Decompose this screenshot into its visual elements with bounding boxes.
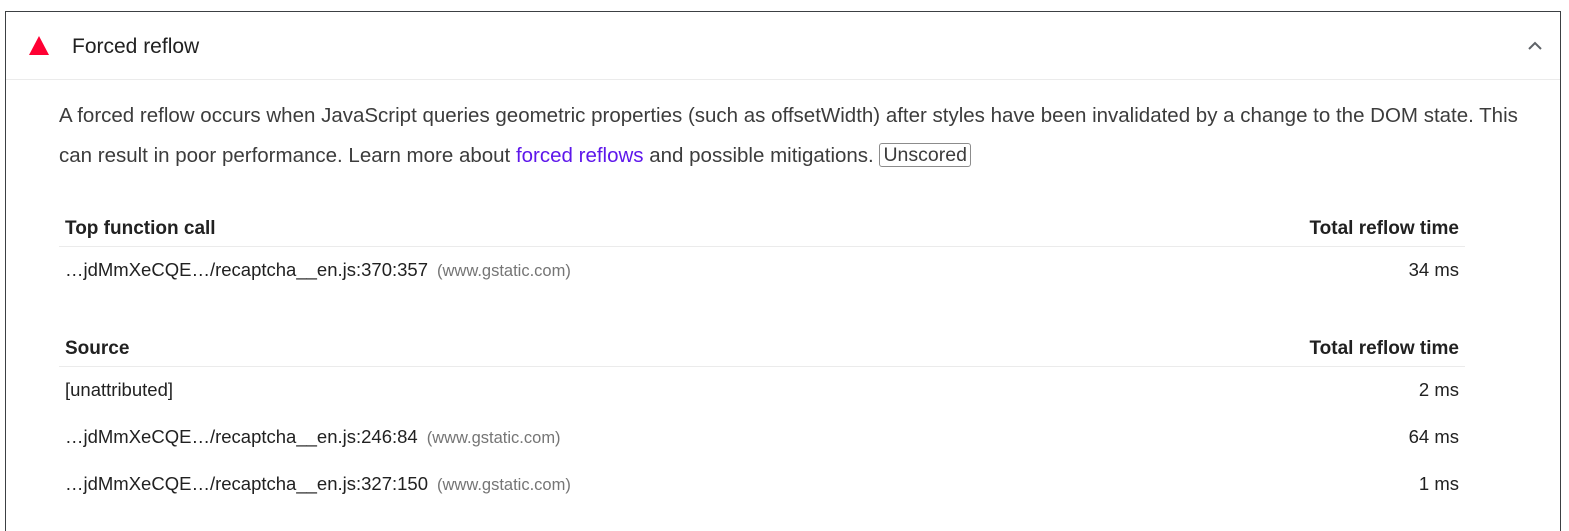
function-call-cell: …jdMmXeCQE…/recaptcha__en.js:370:357 (www… [65, 259, 571, 281]
source-cell: [unattributed] [65, 379, 173, 401]
source-table: Source Total reflow time [unattributed] … [59, 330, 1465, 508]
reflow-time-cell: 34 ms [1408, 259, 1459, 280]
unscored-badge: Unscored [879, 143, 971, 167]
table-header: Source Total reflow time [59, 330, 1465, 367]
table-row: [unattributed] 2 ms [59, 367, 1465, 414]
chevron-up-icon[interactable] [1526, 37, 1544, 55]
column-header-total-reflow-time: Total reflow time [1309, 338, 1459, 359]
reflow-time-cell: 64 ms [1408, 426, 1459, 447]
forced-reflow-audit: Forced reflow A forced reflow occurs whe… [5, 11, 1561, 531]
script-host: (www.gstatic.com) [426, 429, 561, 447]
top-function-call-table: Top function call Total reflow time …jdM… [59, 210, 1465, 294]
table-header: Top function call Total reflow time [59, 210, 1465, 247]
table-row: …jdMmXeCQE…/recaptcha__en.js:327:150 (www… [59, 461, 1465, 508]
script-location[interactable]: …jdMmXeCQE…/recaptcha__en.js:327:150 [65, 473, 428, 494]
audit-title: Forced reflow [72, 35, 200, 58]
reflow-time-cell: 1 ms [1418, 473, 1459, 494]
script-location[interactable]: …jdMmXeCQE…/recaptcha__en.js:370:357 [65, 259, 428, 280]
forced-reflows-link[interactable]: forced reflows [516, 144, 644, 167]
column-header-total-reflow-time: Total reflow time [1309, 218, 1459, 239]
column-header-top-function-call: Top function call [65, 218, 216, 239]
warning-triangle-icon [29, 36, 49, 55]
script-host: (www.gstatic.com) [437, 476, 571, 494]
audit-header[interactable]: Forced reflow [6, 12, 1560, 80]
source-cell: …jdMmXeCQE…/recaptcha__en.js:327:150 (www… [65, 473, 571, 495]
table-row: …jdMmXeCQE…/recaptcha__en.js:246:84 (www.… [59, 414, 1465, 461]
description-text-end: and possible mitigations. [643, 144, 874, 167]
column-header-source: Source [65, 338, 130, 359]
table-row: …jdMmXeCQE…/recaptcha__en.js:370:357 (www… [59, 247, 1465, 294]
audit-description: A forced reflow occurs when JavaScript q… [59, 96, 1529, 176]
source-cell: …jdMmXeCQE…/recaptcha__en.js:246:84 (www.… [65, 426, 561, 448]
script-host: (www.gstatic.com) [437, 262, 571, 280]
script-location[interactable]: …jdMmXeCQE…/recaptcha__en.js:246:84 [65, 426, 418, 447]
source-label: [unattributed] [65, 379, 173, 400]
reflow-time-cell: 2 ms [1418, 379, 1459, 400]
